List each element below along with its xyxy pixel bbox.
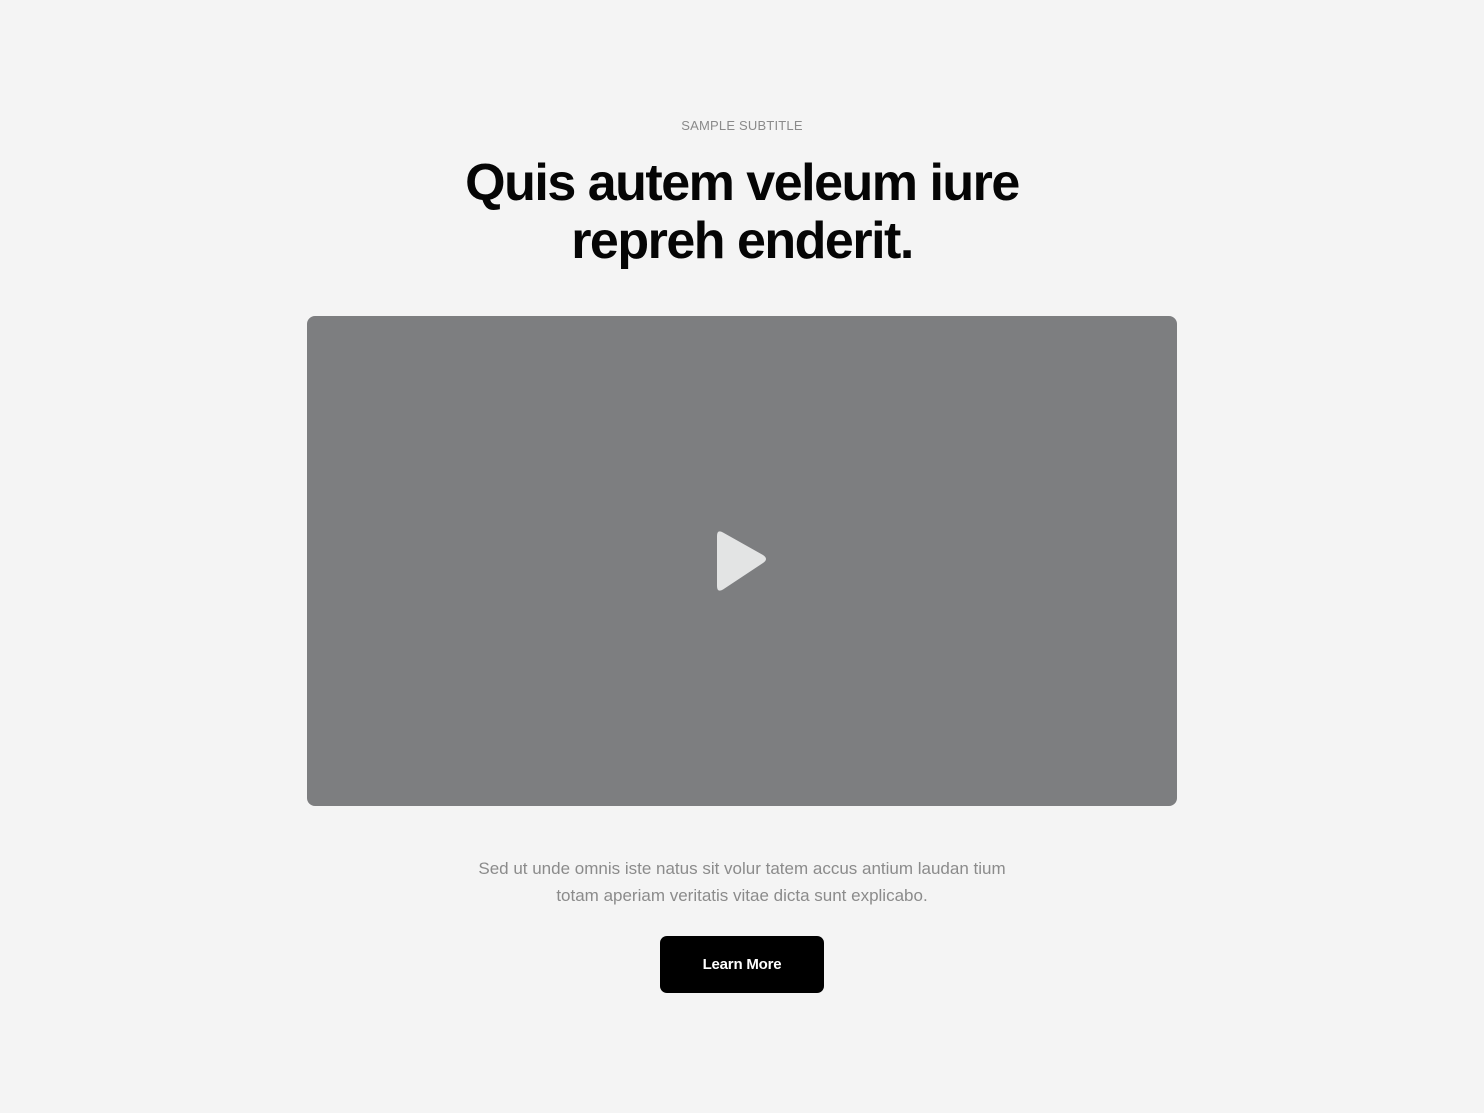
section-description: Sed ut unde omnis iste natus sit volur t… xyxy=(392,855,1092,909)
section-subtitle: SAMPLE SUBTITLE xyxy=(681,118,803,133)
play-icon[interactable] xyxy=(711,528,773,594)
video-section: SAMPLE SUBTITLE Quis autem veleum iure r… xyxy=(0,0,1484,1113)
learn-more-button[interactable]: Learn More xyxy=(660,936,824,993)
section-title: Quis autem veleum iure repreh enderit. xyxy=(392,154,1092,270)
description-line-2: totam aperiam veritatis vitae dicta sunt… xyxy=(556,886,928,905)
title-line-2: repreh enderit. xyxy=(571,212,914,270)
play-icon-graphic xyxy=(717,531,766,591)
description-line-1: Sed ut unde omnis iste natus sit volur t… xyxy=(478,859,1006,878)
title-line-1: Quis autem veleum iure xyxy=(465,154,1020,212)
